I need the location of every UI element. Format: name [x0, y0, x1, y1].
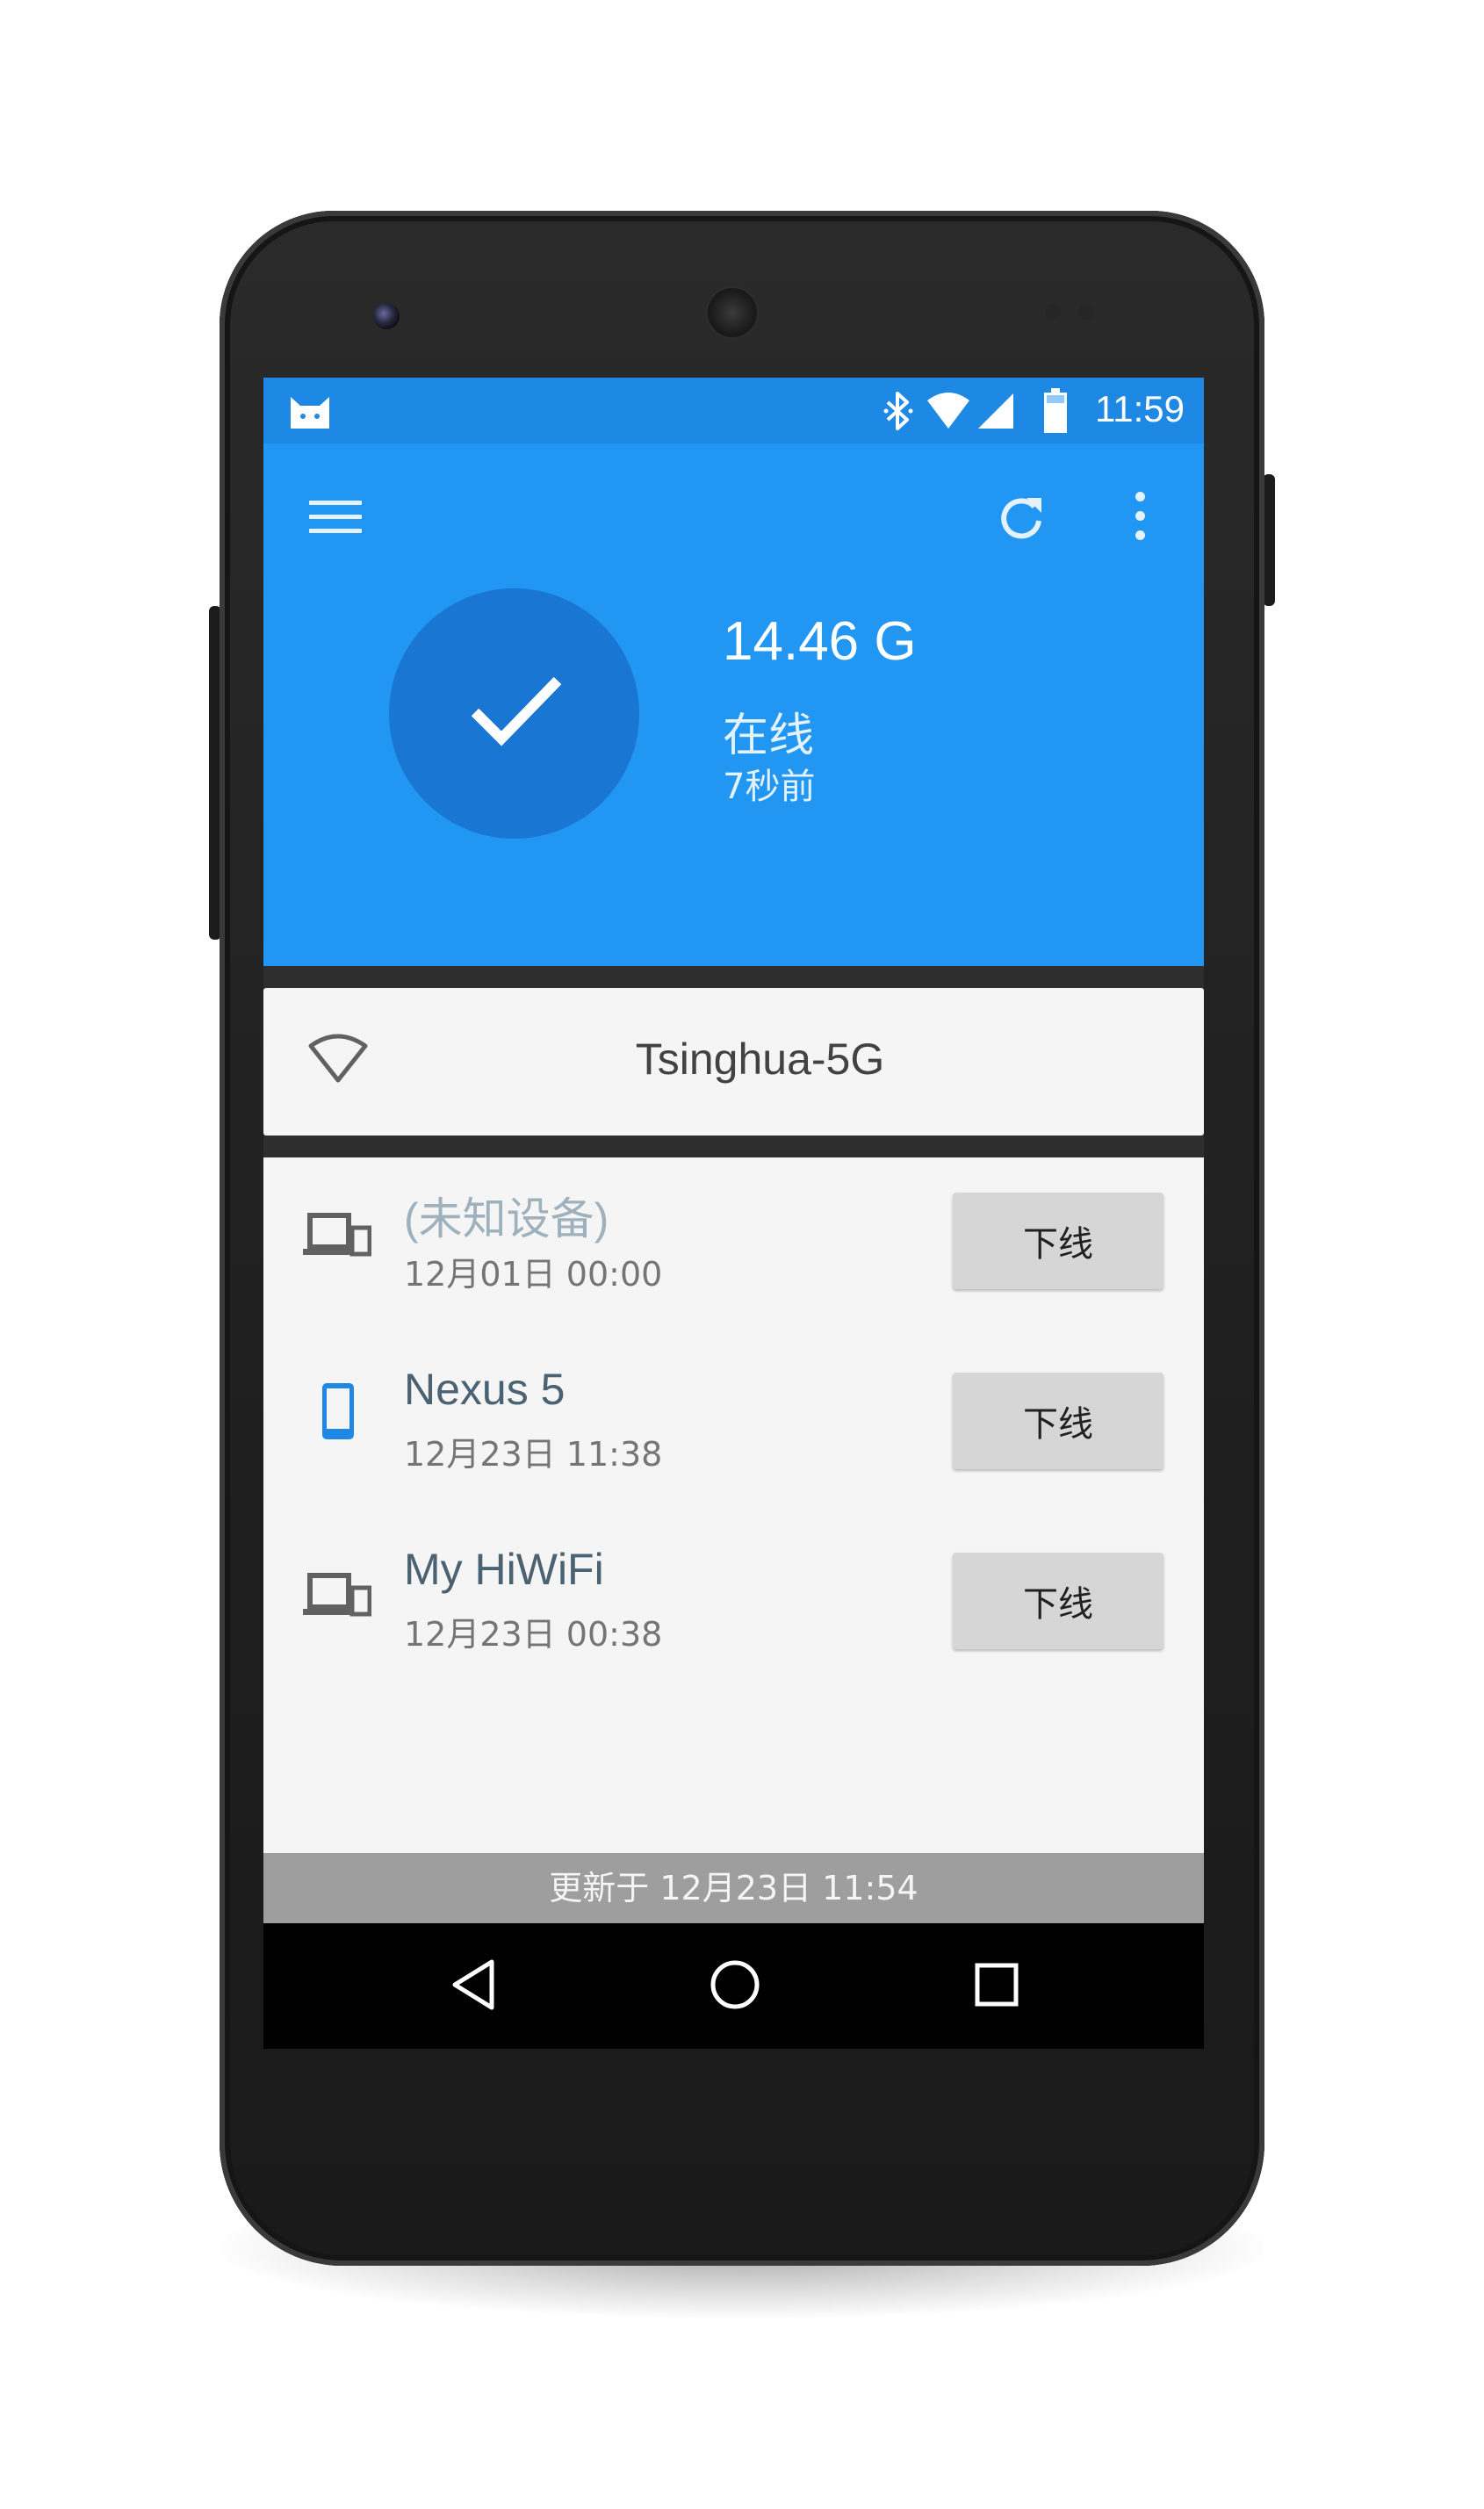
screen: 11:59 14.46 G 在线 7秒前 Tsinghua-5G (未知设备) …	[263, 378, 1204, 2049]
cat-notification-icon	[291, 397, 329, 429]
logout-device-button[interactable]: 下线	[953, 1553, 1163, 1649]
refresh-icon[interactable]	[991, 487, 1052, 549]
last-updated-bar: 更新于 12月23日 11:54	[263, 1853, 1204, 1923]
wifi-signal-icon	[927, 393, 969, 429]
device-login-time: 12月23日 11:38	[404, 1435, 663, 1474]
system-nav-bar	[263, 1923, 1204, 2049]
devices-icon	[303, 1213, 371, 1257]
check-icon	[471, 676, 562, 746]
bluetooth-icon	[883, 392, 913, 430]
menu-icon[interactable]	[309, 501, 362, 536]
logout-device-button[interactable]: 下线	[953, 1193, 1163, 1289]
device-name: Nexus 5	[404, 1365, 566, 1414]
smartphone-icon	[322, 1383, 354, 1439]
cell-signal-icon	[978, 393, 1013, 429]
home-icon[interactable]	[707, 1957, 763, 2013]
more-options-icon[interactable]	[1131, 492, 1149, 544]
status-time: 11:59	[1095, 388, 1185, 429]
online-status-badge	[389, 588, 639, 839]
proximity-sensor	[1045, 304, 1061, 320]
front-camera	[373, 303, 400, 329]
connection-state: 在线	[723, 710, 815, 762]
device-login-time: 12月23日 00:38	[404, 1615, 663, 1654]
device-name: (未知设备)	[404, 1194, 609, 1244]
earpiece-speaker	[705, 285, 760, 340]
light-sensor	[1078, 304, 1094, 320]
power-button	[1263, 474, 1275, 606]
logout-device-button[interactable]: 下线	[953, 1373, 1163, 1469]
status-bar: 11:59	[263, 378, 1204, 443]
list-item: (未知设备) 12月01日 00:00 下线	[263, 1157, 1204, 1333]
devices-icon	[303, 1573, 371, 1617]
device-login-time: 12月01日 00:00	[404, 1255, 663, 1294]
usage-value: 14.46 G	[723, 611, 917, 672]
battery-icon	[1044, 388, 1067, 433]
network-ssid: Tsinghua-5G	[635, 1035, 885, 1084]
list-item: Nexus 5 12月23日 11:38 下线	[263, 1337, 1204, 1513]
device-name: My HiWiFi	[404, 1545, 604, 1594]
back-icon[interactable]	[448, 1957, 501, 2013]
device-list: (未知设备) 12月01日 00:00 下线 Nexus 5 12月23日 11…	[263, 1157, 1204, 1864]
last-check-time: 7秒前	[723, 767, 816, 807]
recents-icon[interactable]	[970, 1957, 1023, 2013]
network-card[interactable]: Tsinghua-5G	[263, 988, 1204, 1136]
app-header: 14.46 G 在线 7秒前	[263, 443, 1204, 966]
list-item: My HiWiFi 12月23日 00:38 下线	[263, 1518, 1204, 1693]
